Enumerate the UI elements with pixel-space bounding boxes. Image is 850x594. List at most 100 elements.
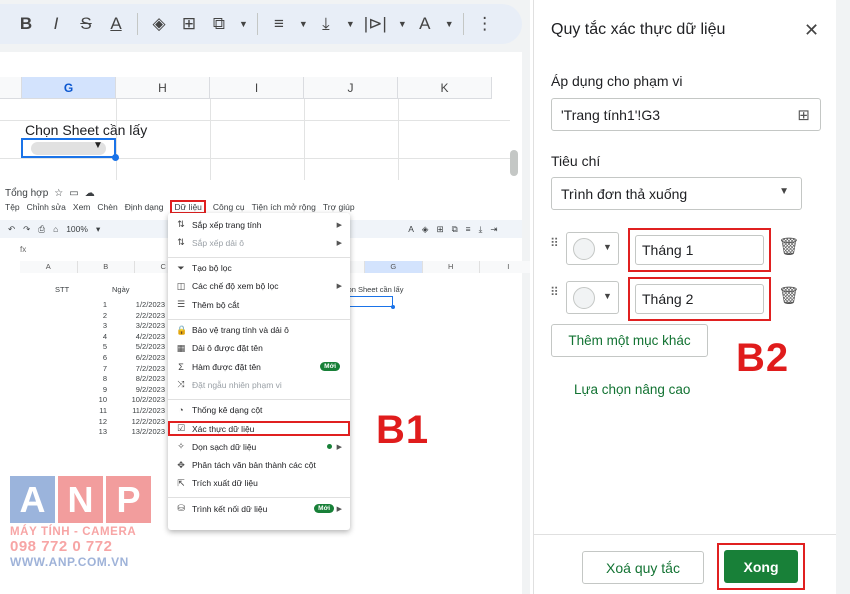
menu-item-sort[interactable]: ⇅ Sắp xếp trang tính ▶ [168, 217, 350, 232]
paint-format-icon[interactable]: ⌂ [53, 224, 58, 234]
valign-icon[interactable]: ⤓ [479, 224, 483, 235]
done-button[interactable]: Xong [724, 550, 798, 583]
option-input-1[interactable]: Tháng 1 [635, 235, 764, 265]
menu-item-label: Dải ô được đặt tên [192, 343, 263, 354]
option-color-picker[interactable]: ▼ [566, 281, 619, 314]
more-icon[interactable]: ⋮ [473, 10, 497, 38]
borders-icon[interactable]: ⊞ [436, 224, 443, 235]
delete-rule-button[interactable]: Xoá quy tắc [582, 551, 704, 584]
undo-icon[interactable]: ↶ [8, 224, 15, 235]
range-input[interactable]: 'Trang tính1'!G3 ⊞ [551, 98, 821, 131]
text-color-icon[interactable]: A [408, 224, 414, 234]
star-icon[interactable]: ☆ [54, 188, 63, 199]
cell-dropdown-g3[interactable]: ▼ [21, 138, 119, 161]
merge-cells-icon[interactable]: ⧉ [207, 10, 231, 38]
step-label-b1: B1 [376, 408, 430, 452]
option-color-picker[interactable]: ▼ [566, 232, 619, 265]
column-header-j[interactable]: J [304, 77, 398, 99]
menu-item-1[interactable]: Chỉnh sửa [27, 202, 66, 214]
advanced-options-link[interactable]: Lựa chọn nâng cao [574, 382, 690, 397]
criteria-select[interactable]: Trình đơn thả xuống ▼ [551, 177, 802, 210]
fill-handle[interactable] [112, 154, 119, 161]
menu-item-named-range[interactable]: ▦ Dải ô được đặt tên [168, 341, 350, 356]
bold-icon[interactable]: B [14, 10, 38, 38]
option-input-2[interactable]: Tháng 2 [635, 284, 764, 314]
fill-color-icon[interactable]: ◈ [147, 10, 171, 38]
align-icon[interactable]: ≡ [466, 224, 471, 234]
add-item-button[interactable]: Thêm một mục khác [551, 324, 708, 357]
fill-color-icon[interactable]: ◈ [422, 224, 429, 235]
table-row: 13 13/2/2023 [0, 427, 170, 438]
wrap-icon[interactable]: ⇥ [490, 224, 497, 235]
menu-item-filter[interactable]: ⏷ Tạo bộ lọc [168, 261, 350, 276]
mini-column-header[interactable]: A [20, 261, 78, 273]
menu-item-connector[interactable]: ⛁ Trình kết nối dữ liệu Mới ▶ [168, 501, 350, 516]
column-header-i[interactable]: I [210, 77, 304, 99]
menu-item-label: Phân tách văn bản thành các cột [192, 460, 316, 471]
menu-item-slicer[interactable]: ☰ Thêm bộ cắt [168, 297, 350, 312]
mini-column-header[interactable]: H [422, 261, 480, 273]
table-row: 5 5/2/2023 [0, 342, 170, 353]
table-row: 1 1/2/2023 [0, 300, 170, 311]
menu-item-5[interactable]: Dữ liệu [170, 200, 206, 214]
menu-item-label: Trích xuất dữ liệu [192, 478, 258, 489]
menu-item-cleanup[interactable]: ✧ Dọn sạch dữ liệu ▶ [168, 439, 350, 454]
trash-icon[interactable]: 🗑 [778, 237, 800, 257]
print-icon[interactable]: ⎙ [38, 224, 45, 235]
menu-item-bulb[interactable]: ◔ Thống kê dạng cột [168, 403, 350, 418]
doc-title[interactable]: Tổng hợp [5, 188, 48, 199]
menu-item-4[interactable]: Định dạng [125, 202, 164, 214]
folder-icon[interactable]: ▭ [69, 188, 78, 199]
borders-icon[interactable]: ⊞ [177, 10, 201, 38]
zoom-select[interactable]: 100% [66, 224, 88, 234]
chevron-down-icon[interactable]: ▾ [96, 224, 100, 235]
close-icon[interactable]: ✕ [804, 20, 819, 41]
dropdown-arrow-icon[interactable]: ▼ [93, 140, 103, 151]
mini-column-header[interactable]: I [480, 261, 530, 273]
menu-item-lock[interactable]: 🔒 Bảo vệ trang tính và dải ô [168, 323, 350, 338]
chevron-down-icon[interactable]: ▼ [398, 19, 407, 29]
merge-icon[interactable]: ⧉ [452, 224, 458, 235]
menu-item-extract[interactable]: ⇱ Trích xuất dữ liệu [168, 476, 350, 491]
menu-item-data-validation[interactable]: ☑ Xác thực dữ liệu [168, 421, 350, 436]
cell-date: 9/2/2023 [135, 384, 165, 394]
italic-icon[interactable]: I [44, 10, 68, 38]
text-rotation-icon[interactable]: |⊳| [361, 10, 390, 38]
chevron-down-icon[interactable]: ▼ [779, 186, 789, 197]
column-header-g[interactable]: G [22, 77, 116, 99]
menu-item-2[interactable]: Xem [73, 202, 90, 214]
valign-icon[interactable]: ⤓ [314, 10, 338, 38]
chevron-down-icon[interactable]: ▼ [299, 19, 308, 29]
vertical-scrollbar[interactable] [510, 150, 518, 176]
text-color-icon[interactable]: A [104, 10, 128, 38]
mini-column-header[interactable]: B [77, 261, 135, 273]
chevron-down-icon[interactable]: ▼ [346, 19, 355, 29]
sigma-icon: Σ [178, 361, 184, 372]
menu-item-split[interactable]: ✥ Phân tách văn bản thành các cột [168, 458, 350, 473]
chevron-down-icon[interactable]: ▼ [239, 19, 248, 29]
lock-icon: 🔒 [176, 324, 188, 335]
align-left-icon[interactable]: ≡ [267, 10, 291, 38]
spreadsheet-area: B I S A ◈ ⊞ ⧉ ▼ ≡ ▼ ⤓ ▼ |⊳| ▼ A ▼ ⋮ G H I J K Chọn Sheet… [0, 0, 530, 594]
cell-stt: 13 [98, 427, 107, 437]
menu-item-filter-views[interactable]: ◫ Các chế độ xem bộ lọc ▶ [168, 279, 350, 294]
drag-handle-icon[interactable]: ⠿ [550, 237, 559, 249]
trash-icon[interactable]: 🗑 [778, 286, 800, 306]
menu-item-3[interactable]: Chèn [97, 202, 117, 214]
option-highlight-box: Tháng 1 [628, 228, 771, 272]
select-range-icon[interactable]: ⊞ [797, 106, 810, 124]
table-row: 10 10/2/2023 [0, 395, 170, 406]
column-header-h[interactable]: H [116, 77, 210, 99]
redo-icon[interactable]: ↷ [23, 224, 30, 235]
watermark-letter: P [106, 476, 151, 523]
menu-item-0[interactable]: Tệp [5, 202, 20, 214]
text-wrap-icon[interactable]: A [413, 10, 437, 38]
menu-item-sigma[interactable]: Σ Hàm được đặt tên Mới [168, 359, 350, 374]
column-header-k[interactable]: K [398, 77, 492, 99]
strikethrough-icon[interactable]: S [74, 10, 98, 38]
filter-icon: ⏷ [177, 262, 185, 273]
drag-handle-icon[interactable]: ⠿ [550, 286, 559, 298]
mini-column-header[interactable]: G [365, 261, 423, 273]
chevron-down-icon[interactable]: ▼ [445, 19, 454, 29]
panel-scrollbar[interactable] [836, 0, 850, 594]
